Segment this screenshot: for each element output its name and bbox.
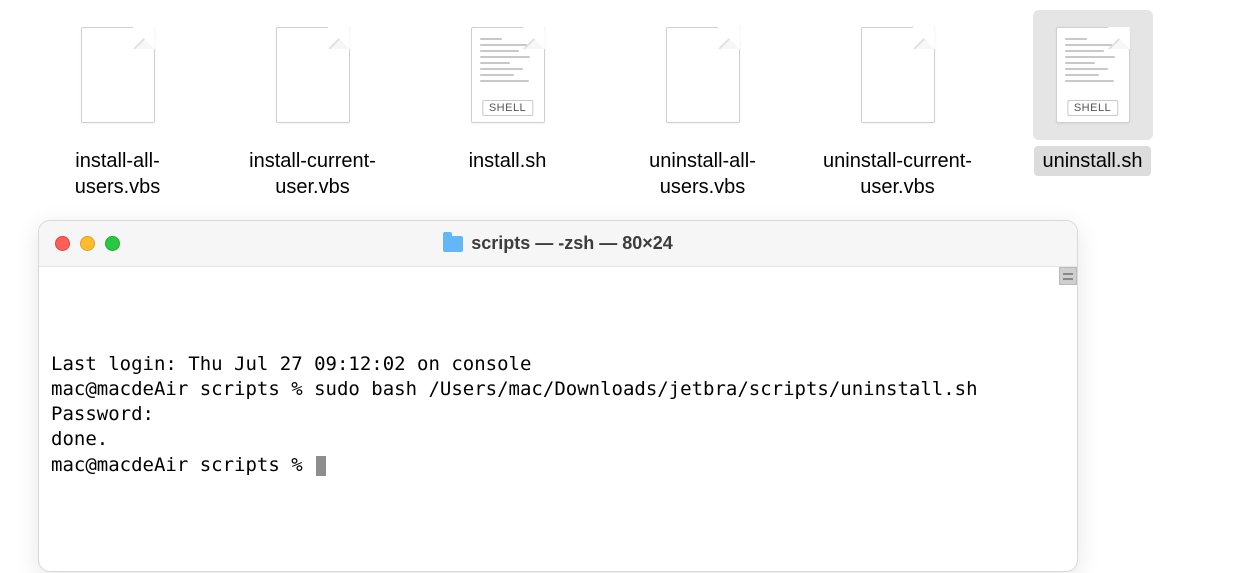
shell-badge: SHELL	[1067, 100, 1118, 116]
terminal-titlebar[interactable]: scripts — -zsh — 80×24	[39, 221, 1077, 267]
generic-file-icon[interactable]	[838, 10, 958, 140]
file-item[interactable]: SHELL uninstall.sh	[995, 10, 1190, 202]
file-label[interactable]: install-current- user.vbs	[241, 146, 384, 202]
window-controls	[39, 236, 120, 251]
file-label[interactable]: uninstall-current- user.vbs	[815, 146, 980, 202]
terminal-line: mac@macdeAir scripts % sudo bash /Users/…	[51, 377, 1065, 402]
file-item[interactable]: uninstall-all- users.vbs	[605, 10, 800, 202]
file-label[interactable]: install-all- users.vbs	[67, 146, 169, 202]
terminal-line: Password:	[51, 402, 1065, 427]
scroll-indicator-icon[interactable]	[1059, 267, 1077, 285]
terminal-title: scripts — -zsh — 80×24	[471, 233, 673, 254]
file-label[interactable]: uninstall-all- users.vbs	[641, 146, 764, 202]
file-item[interactable]: install-all- users.vbs	[20, 10, 215, 202]
zoom-icon[interactable]	[105, 236, 120, 251]
terminal-window[interactable]: scripts — -zsh — 80×24 Last login: Thu J…	[38, 220, 1078, 572]
file-item[interactable]: uninstall-current- user.vbs	[800, 10, 995, 202]
file-item[interactable]: SHELL install.sh	[410, 10, 605, 202]
terminal-line: Last login: Thu Jul 27 09:12:02 on conso…	[51, 352, 1065, 377]
generic-file-icon[interactable]	[58, 10, 178, 140]
file-label[interactable]: uninstall.sh	[1034, 146, 1150, 176]
terminal-output[interactable]: Last login: Thu Jul 27 09:12:02 on conso…	[39, 267, 1077, 571]
terminal-line: mac@macdeAir scripts %	[51, 453, 1065, 478]
shell-file-icon[interactable]: SHELL	[1033, 10, 1153, 140]
folder-icon	[443, 236, 463, 252]
file-label[interactable]: install.sh	[461, 146, 555, 176]
minimize-icon[interactable]	[80, 236, 95, 251]
shell-badge: SHELL	[482, 100, 533, 116]
generic-file-icon[interactable]	[253, 10, 373, 140]
terminal-line: done.	[51, 427, 1065, 452]
cursor-icon	[316, 456, 326, 476]
file-item[interactable]: install-current- user.vbs	[215, 10, 410, 202]
close-icon[interactable]	[55, 236, 70, 251]
desktop-file-row: install-all- users.vbs install-current- u…	[0, 0, 1256, 202]
generic-file-icon[interactable]	[643, 10, 763, 140]
shell-file-icon[interactable]: SHELL	[448, 10, 568, 140]
